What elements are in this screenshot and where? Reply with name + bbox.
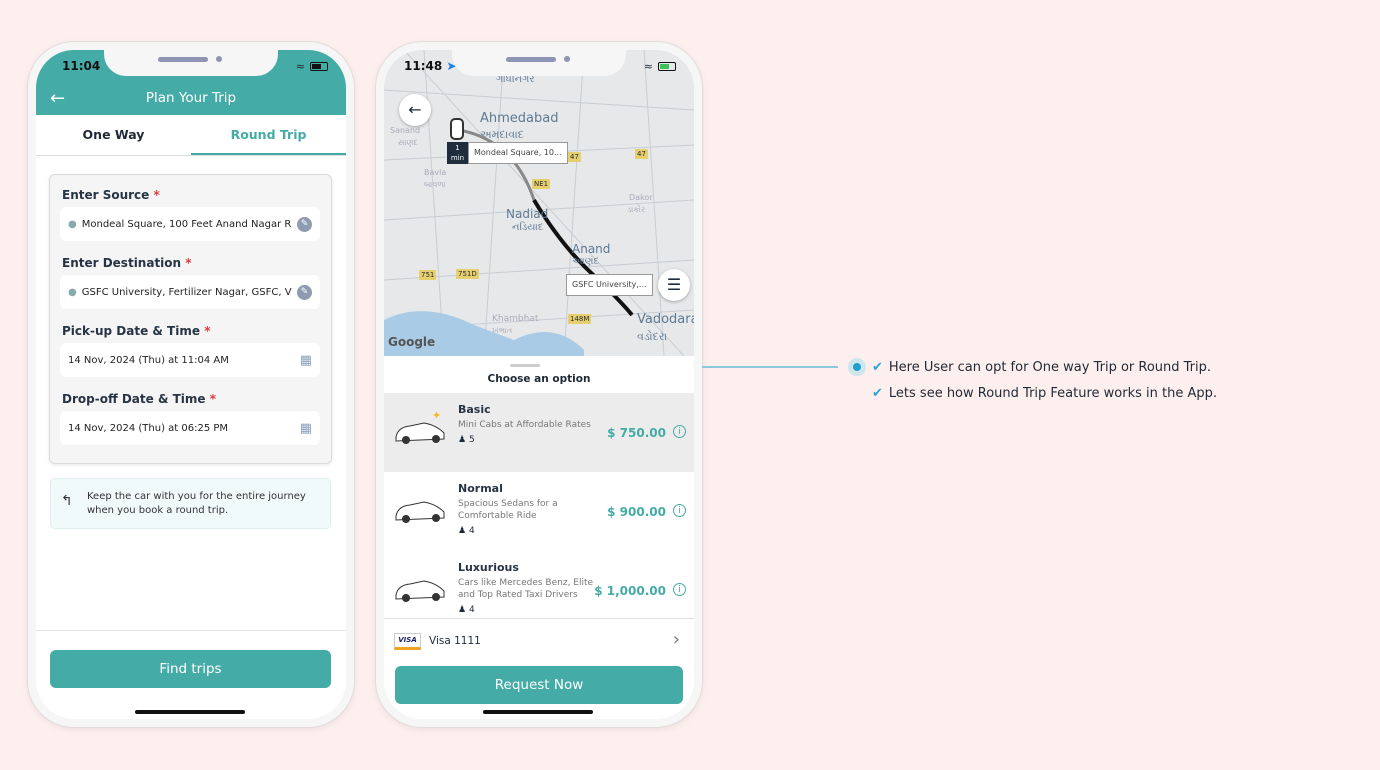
status-time: 11:48 ➤ bbox=[404, 59, 457, 73]
tab-round-trip[interactable]: Round Trip bbox=[191, 115, 346, 155]
seats: ♟ 5 bbox=[458, 435, 475, 445]
map-label: Bavla bbox=[424, 168, 447, 177]
status-icons: ≈ bbox=[296, 60, 328, 73]
location-arrow-icon: ➤ bbox=[446, 59, 457, 73]
map-label: Dakor bbox=[629, 193, 653, 202]
battery-charging-icon bbox=[658, 62, 676, 71]
return-arrow-icon: ↰ bbox=[61, 493, 73, 509]
wifi-icon: ≈ bbox=[643, 60, 653, 73]
trip-form: Enter Source * ● Mondeal Square, 100 Feet… bbox=[49, 174, 332, 464]
visa-card-icon: VISA bbox=[394, 633, 421, 650]
phone-choose-option: ગાંધીનગર Ahmedabad અમદાવાદ Sanand સાણંદ … bbox=[376, 42, 702, 727]
info-icon[interactable]: i bbox=[673, 504, 686, 517]
request-now-button[interactable]: Request Now bbox=[395, 666, 683, 704]
status-icons: ≈ bbox=[644, 60, 676, 73]
map-label: Ahmedabad bbox=[480, 111, 559, 126]
page-title: Plan Your Trip bbox=[145, 90, 237, 106]
options-sheet: Choose an option ✦ Basic Mini Cabs at Aff… bbox=[384, 356, 694, 719]
back-arrow-icon[interactable]: ← bbox=[399, 94, 431, 126]
location-pin-icon: ● bbox=[68, 286, 77, 298]
map-label: ખંભાત bbox=[492, 326, 513, 335]
seats: ♟ 4 bbox=[458, 526, 475, 536]
map-label: Khambhat bbox=[492, 314, 539, 324]
seats: ♟ 4 bbox=[458, 605, 475, 615]
road-shield: 47 bbox=[568, 152, 581, 162]
status-time: 11:04 bbox=[62, 59, 101, 73]
check-circle-icon: ✔ bbox=[872, 386, 883, 401]
filter-sliders-icon[interactable]: ☰ bbox=[658, 269, 690, 301]
map-label: વડોદરા bbox=[637, 330, 668, 343]
person-icon: ♟ bbox=[458, 435, 467, 445]
home-indicator bbox=[483, 710, 593, 714]
road-shield: 751D bbox=[456, 269, 479, 279]
price: $ 900.00 bbox=[607, 505, 666, 519]
info-icon[interactable]: i bbox=[673, 425, 686, 438]
location-pin-icon: ● bbox=[68, 218, 77, 230]
find-trips-button[interactable]: Find trips bbox=[50, 650, 331, 688]
sheet-title: Choose an option bbox=[487, 373, 591, 385]
price: $ 750.00 bbox=[607, 426, 666, 440]
calendar-icon[interactable]: ▦ bbox=[300, 353, 312, 368]
road-shield: NE1 bbox=[532, 179, 551, 189]
map-label: બાવળા bbox=[424, 180, 446, 189]
car-marker-icon bbox=[450, 118, 464, 140]
map-label: Vadodara bbox=[637, 312, 694, 327]
destination-input[interactable]: ● GSFC University, Fertilizer Nagar, GSFC… bbox=[60, 275, 320, 309]
destination-label: Enter Destination * bbox=[62, 256, 192, 270]
annotation-point: ✔ Here User can opt for One way Trip or R… bbox=[872, 360, 1212, 375]
sparkle-icon: ✦ bbox=[432, 409, 442, 422]
check-circle-icon: ✔ bbox=[872, 360, 883, 375]
road-shield: 751 bbox=[419, 270, 437, 280]
route-map[interactable]: ગાંધીનગર Ahmedabad અમદાવાદ Sanand સાણંદ … bbox=[384, 50, 694, 356]
dropoff-label: Drop-off Date & Time * bbox=[62, 392, 216, 406]
car-icon bbox=[395, 580, 445, 602]
map-label: Sanand bbox=[390, 126, 421, 135]
map-label: Anand bbox=[572, 242, 611, 256]
person-icon: ♟ bbox=[458, 526, 467, 536]
tab-one-way[interactable]: One Way bbox=[36, 115, 191, 155]
price: $ 1,000.00 bbox=[594, 584, 666, 598]
drag-handle[interactable] bbox=[510, 364, 540, 367]
pickup-label: Pick-up Date & Time * bbox=[62, 324, 211, 338]
map-label: ડાકોર bbox=[627, 205, 646, 214]
source-label: Enter Source * bbox=[62, 188, 160, 202]
payment-method-row[interactable]: VISA Visa 1111 › bbox=[384, 618, 694, 664]
dropoff-datetime-input[interactable]: 14 Nov, 2024 (Thu) at 06:25 PM ▦ bbox=[60, 411, 320, 445]
road-shield: 47 bbox=[635, 149, 648, 159]
map-label: સાણંદ bbox=[398, 138, 418, 147]
person-icon: ♟ bbox=[458, 605, 467, 615]
source-input[interactable]: ● Mondeal Square, 100 Feet Anand Nagar R.… bbox=[60, 207, 320, 241]
map-label: અમદાવાદ bbox=[480, 128, 524, 141]
info-icon[interactable]: i bbox=[673, 583, 686, 596]
home-indicator bbox=[135, 710, 245, 714]
phone-plan-trip: ← Plan Your Trip 11:04 ≈ One Way Round T… bbox=[28, 42, 354, 727]
car-icon bbox=[395, 501, 445, 523]
connector-line bbox=[702, 366, 838, 368]
drop-callout: GSFC University,... bbox=[566, 274, 653, 296]
battery-icon bbox=[310, 62, 328, 71]
round-trip-info: ↰ Keep the car with you for the entire jo… bbox=[50, 478, 331, 529]
pickup-datetime-input[interactable]: 14 Nov, 2024 (Thu) at 11:04 AM ▦ bbox=[60, 343, 320, 377]
road-shield: 148M bbox=[568, 314, 592, 324]
map-label: Nadiad bbox=[506, 207, 549, 221]
ride-option-normal[interactable]: Normal Spacious Sedans for a Comfortable … bbox=[384, 472, 694, 551]
pencil-icon[interactable]: ✎ bbox=[297, 284, 312, 300]
chevron-right-icon: › bbox=[672, 629, 680, 650]
ride-option-basic[interactable]: ✦ Basic Mini Cabs at Affordable Rates ♟ 5… bbox=[384, 393, 694, 472]
payment-label: Visa 1111 bbox=[429, 635, 481, 647]
wifi-icon: ≈ bbox=[295, 60, 305, 73]
pencil-icon[interactable]: ✎ bbox=[297, 216, 312, 232]
marker-dot bbox=[848, 358, 866, 376]
map-label: નડિયાદ bbox=[512, 222, 544, 233]
pickup-callout: Mondeal Square, 10... bbox=[468, 142, 568, 164]
google-logo: Google bbox=[388, 335, 436, 349]
annotation-point: ✔ Lets see how Round Trip Feature works i… bbox=[872, 386, 1218, 401]
map-label: આણંદ bbox=[572, 256, 600, 267]
calendar-icon[interactable]: ▦ bbox=[300, 421, 312, 436]
eta-badge: 1 min bbox=[447, 142, 468, 164]
